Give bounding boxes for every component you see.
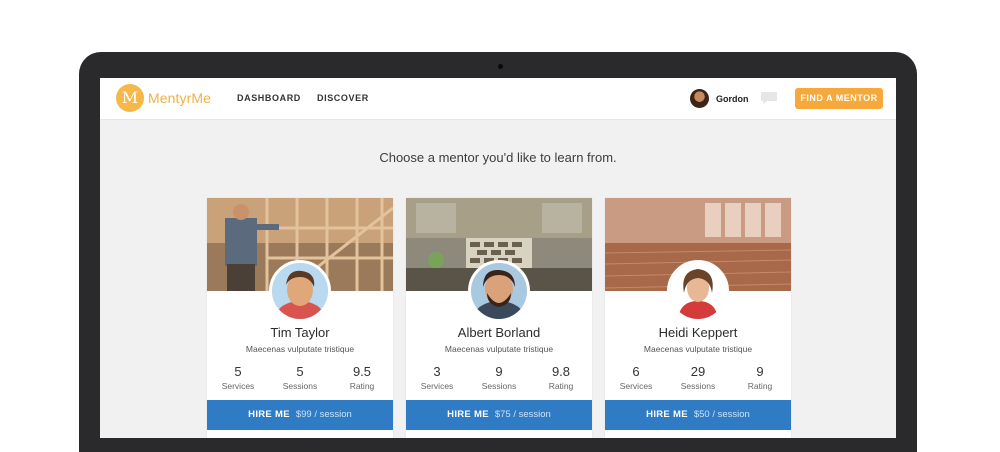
hire-label: HIRE ME	[248, 409, 290, 420]
stat-rating: 9.8 Rating	[530, 364, 592, 391]
nav-discover[interactable]: DISCOVER	[317, 93, 369, 103]
hire-price: $50 / session	[693, 409, 750, 420]
mentor-card[interactable]: Heidi Keppert Maecenas vulputate tristiq…	[605, 198, 791, 438]
chat-bubble-icon[interactable]	[760, 91, 778, 105]
hire-me-button[interactable]: HIRE ME $50 / session	[605, 400, 791, 430]
hire-price: $99 / session	[295, 409, 352, 420]
hire-me-button[interactable]: HIRE ME $99 / session	[207, 400, 393, 430]
nav-dashboard[interactable]: DASHBOARD	[237, 93, 301, 103]
hire-label: HIRE ME	[447, 409, 489, 420]
stat-value: 9.5	[352, 364, 372, 379]
mentor-name: Albert Borland	[457, 325, 541, 340]
stat-label: Rating	[548, 381, 574, 391]
mentor-description: Maecenas vulputate tristique	[643, 344, 753, 354]
stat-rating: 9 Rating	[729, 364, 791, 391]
camera-dot	[498, 64, 503, 69]
mentor-avatar	[269, 260, 331, 322]
mentor-avatar	[468, 260, 530, 322]
stat-label: Rating	[747, 381, 773, 391]
mentor-name: Heidi Keppert	[658, 325, 738, 340]
page-headline: Choose a mentor you'd like to learn from…	[379, 150, 617, 165]
stat-value: 3	[433, 364, 441, 379]
stat-value: 5	[234, 364, 242, 379]
stat-value: 29	[690, 364, 706, 379]
logo-text: MentyrMe	[148, 90, 212, 106]
stat-value: 9	[756, 364, 764, 379]
hire-label: HIRE ME	[646, 409, 688, 420]
mentor-avatar	[667, 260, 729, 322]
stat-label: Services	[221, 381, 255, 391]
stat-label: Services	[420, 381, 454, 391]
logo-letter: M	[121, 88, 139, 107]
user-menu[interactable]: Gordon	[690, 89, 749, 108]
mentor-card[interactable]: Albert Borland Maecenas vulputate tristi…	[406, 198, 592, 438]
stat-sessions: 5 Sessions	[269, 364, 331, 391]
mentor-card[interactable]: Tim Taylor Maecenas vulputate tristique …	[207, 198, 393, 438]
stat-services: 3 Services	[406, 364, 468, 391]
stat-services: 6 Services	[605, 364, 667, 391]
stat-rating: 9.5 Rating	[331, 364, 393, 391]
stat-sessions: 29 Sessions	[667, 364, 729, 391]
stat-value: 9.8	[551, 364, 571, 379]
stat-value: 9	[495, 364, 503, 379]
stat-label: Sessions	[680, 381, 716, 391]
user-avatar	[690, 89, 709, 108]
mentor-name: Tim Taylor	[270, 325, 330, 340]
app-screen: M MentyrMe DASHBOARD DISCOVER Gordon FIN…	[100, 78, 896, 438]
hire-price: $75 / session	[494, 409, 551, 420]
top-navbar: M MentyrMe DASHBOARD DISCOVER Gordon FIN…	[100, 78, 896, 120]
stat-value: 6	[632, 364, 640, 379]
stat-label: Sessions	[481, 381, 517, 391]
stat-label: Sessions	[282, 381, 318, 391]
stat-value: 5	[296, 364, 304, 379]
logo-mark-icon: M	[116, 84, 144, 112]
mentor-description: Maecenas vulputate tristique	[245, 344, 355, 354]
user-name: Gordon	[716, 93, 749, 104]
stat-label: Rating	[349, 381, 375, 391]
stat-label: Services	[619, 381, 653, 391]
stat-sessions: 9 Sessions	[468, 364, 530, 391]
hire-me-button[interactable]: HIRE ME $75 / session	[406, 400, 592, 430]
logo[interactable]: M MentyrMe	[116, 84, 211, 112]
mentor-description: Maecenas vulputate tristique	[444, 344, 554, 354]
stat-services: 5 Services	[207, 364, 269, 391]
find-mentor-button[interactable]: FIND A MENTOR	[795, 88, 883, 109]
